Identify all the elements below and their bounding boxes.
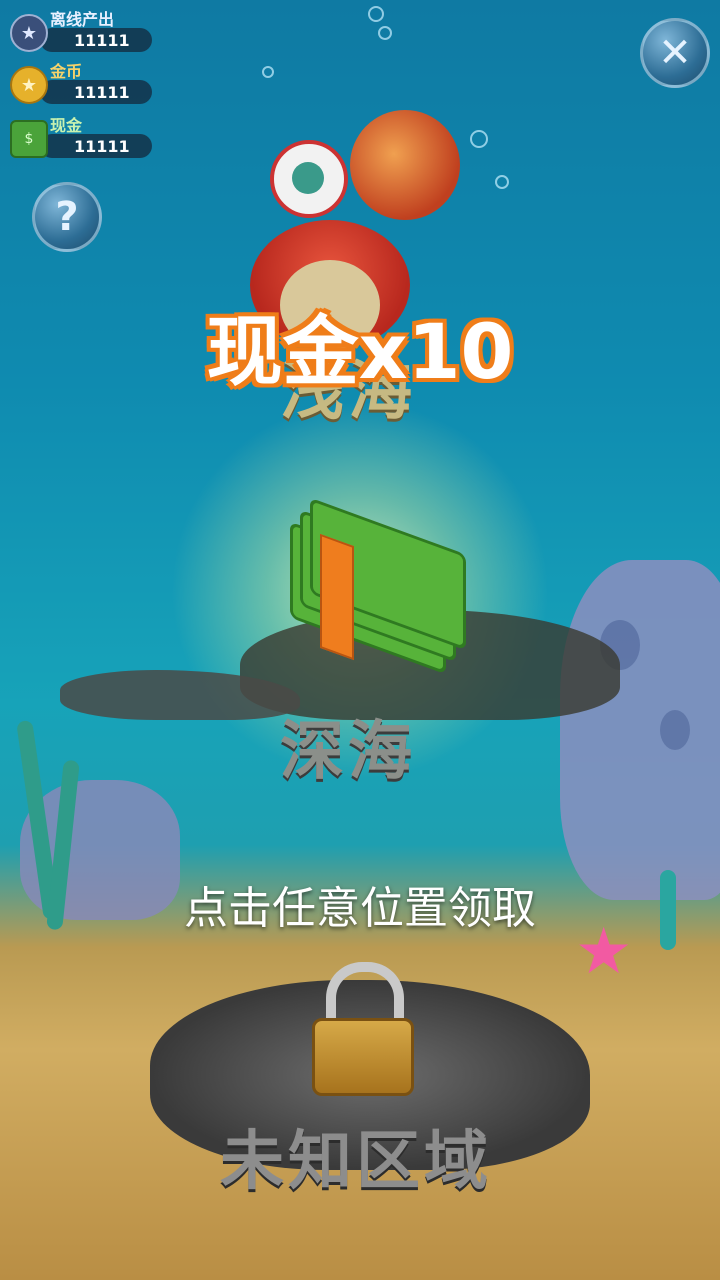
- unknown-area-title: 未知区域: [220, 1125, 492, 1199]
- help-icon: ?: [55, 194, 79, 240]
- lock-icon: [312, 962, 414, 1096]
- close-button[interactable]: ✕: [640, 18, 710, 88]
- offline-output-label: 离线产出: [50, 10, 115, 29]
- cash-display: $ 现金 11111: [10, 112, 152, 158]
- crab-claw: [350, 110, 460, 220]
- help-button[interactable]: ?: [32, 182, 102, 252]
- cash-value: 11111: [40, 134, 152, 158]
- tap-to-claim-hint[interactable]: 点击任意位置领取: [0, 872, 720, 936]
- offline-output-value: 11111: [40, 28, 152, 52]
- star-icon: ★: [10, 14, 48, 52]
- reward-amount: 现金x10: [206, 307, 514, 396]
- coin-display: ★ 金币 11111: [10, 58, 152, 104]
- deep-sea-title[interactable]: 深海: [280, 700, 416, 792]
- bubble: [378, 26, 392, 40]
- offline-output-display: ★ 离线产出 11111: [10, 6, 152, 52]
- cash-stack-icon: [280, 497, 470, 675]
- cash-icon: $: [10, 120, 48, 158]
- coin-label: 金币: [50, 62, 83, 81]
- close-icon: ✕: [658, 30, 692, 76]
- bubble: [368, 6, 384, 22]
- cash-label: 现金: [50, 116, 83, 135]
- crab-eye: [270, 140, 348, 218]
- coin-icon: ★: [10, 66, 48, 104]
- coin-value: 11111: [40, 80, 152, 104]
